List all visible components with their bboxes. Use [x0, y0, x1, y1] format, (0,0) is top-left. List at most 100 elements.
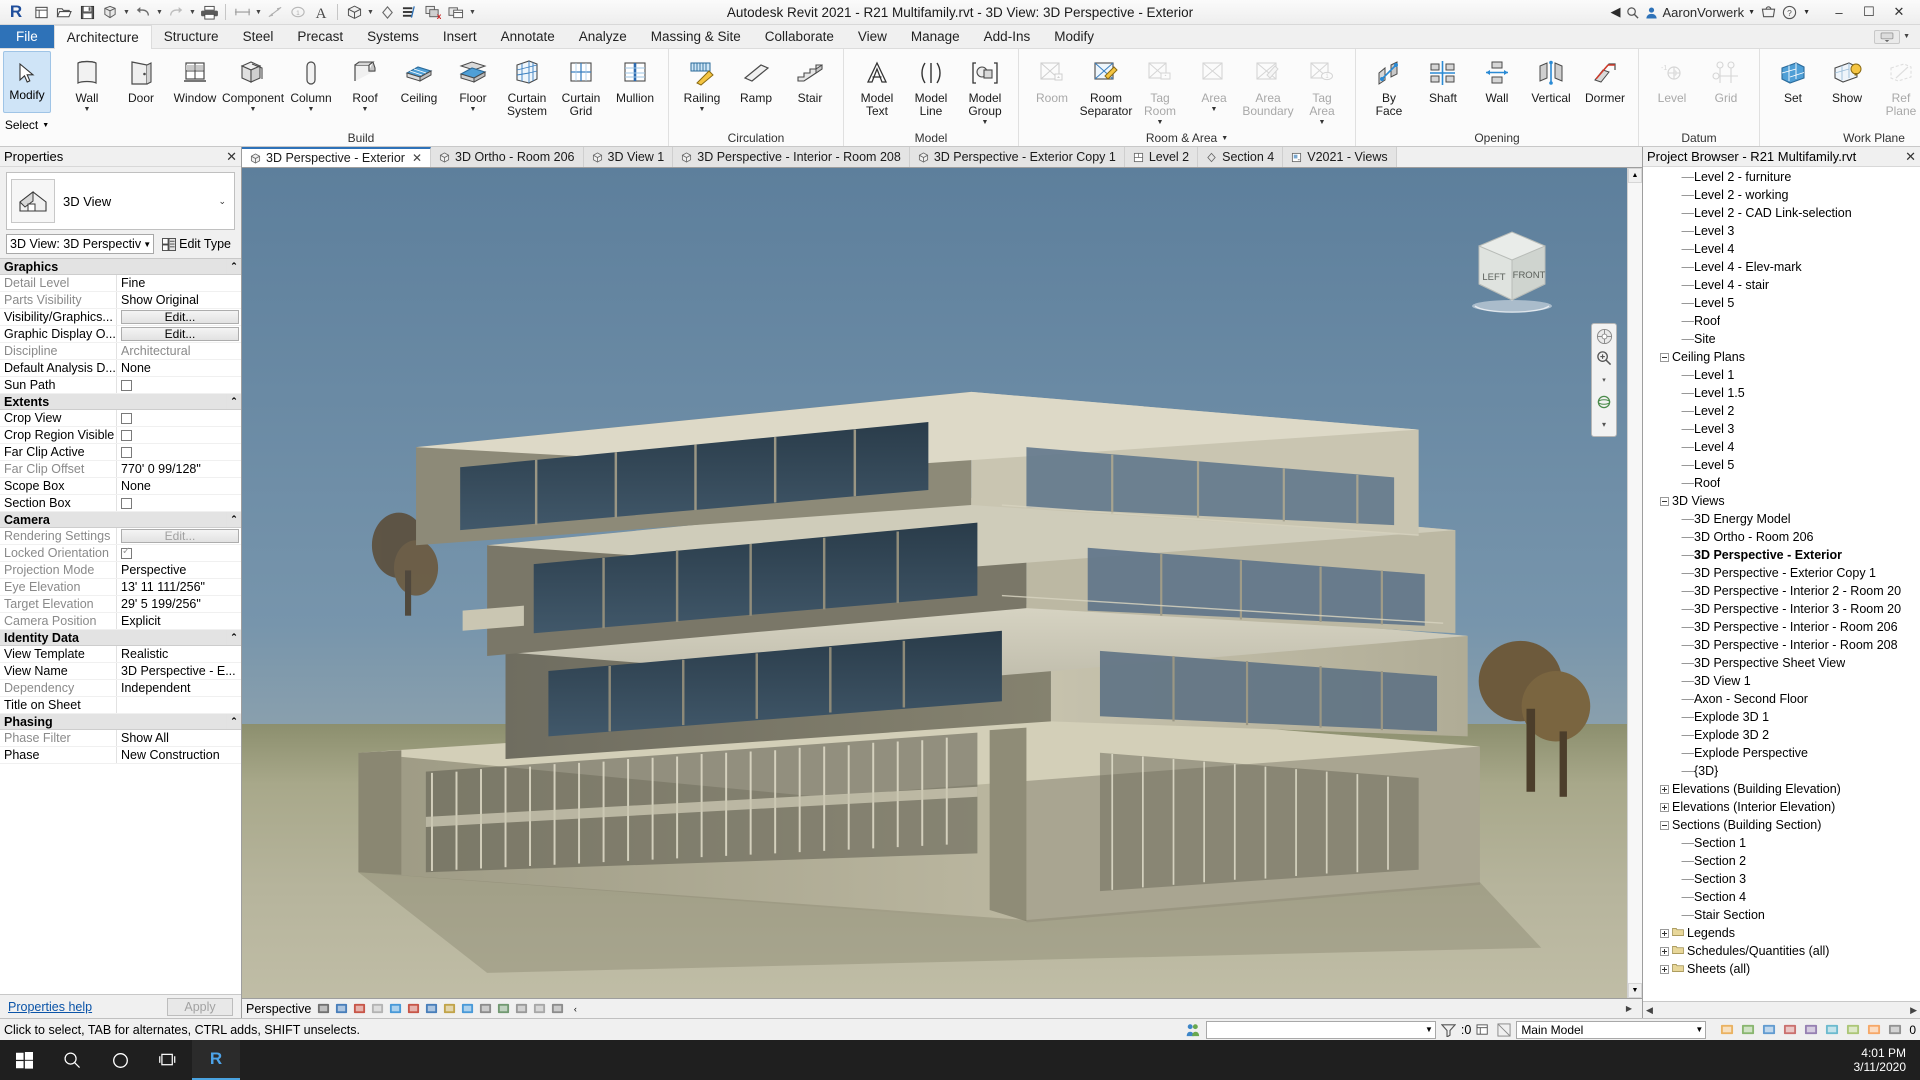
property-checkbox[interactable]: [121, 446, 132, 458]
property-row[interactable]: Detail Level Fine: [0, 275, 241, 292]
property-row[interactable]: Visibility/Graphics... Edit...: [0, 309, 241, 326]
property-value-cell[interactable]: [117, 377, 241, 393]
ribbon-button-model-line[interactable]: Model Line: [904, 52, 958, 120]
maximize-button[interactable]: ☐: [1854, 0, 1884, 24]
browser-tree-item[interactable]: — Level 1.5: [1643, 384, 1920, 402]
document-tab-3d-ortho-room-206[interactable]: 3D Ortho - Room 206: [431, 147, 584, 167]
browser-tree-item[interactable]: — Explode Perspective: [1643, 744, 1920, 762]
exclude-options-icon[interactable]: [1762, 1023, 1776, 1036]
project-browser-footer[interactable]: ◀ ▶: [1643, 1001, 1920, 1018]
property-row[interactable]: Phase Filter Show All: [0, 730, 241, 747]
browser-tree-item[interactable]: — Level 4: [1643, 240, 1920, 258]
collapse-icon[interactable]: [1658, 819, 1671, 832]
ribbon-button-roof[interactable]: Roof ▼: [338, 52, 392, 120]
ribbon-tab-analyze[interactable]: Analyze: [567, 25, 639, 48]
select-links-icon[interactable]: [1804, 1023, 1818, 1036]
search-icon[interactable]: [48, 1040, 96, 1080]
expand-icon[interactable]: [1658, 927, 1671, 940]
print-icon[interactable]: [198, 2, 220, 23]
chevron-down-icon[interactable]: ▼: [250, 106, 257, 113]
browser-tree-item[interactable]: Elevations (Interior Elevation): [1643, 798, 1920, 816]
ribbon-button-column[interactable]: Column ▼: [284, 52, 338, 120]
ribbon-button-dormer[interactable]: Dormer: [1578, 52, 1632, 120]
property-row[interactable]: View Name 3D Perspective - E...: [0, 663, 241, 680]
browser-tree-item[interactable]: —3D Perspective - Exterior: [1643, 546, 1920, 564]
help-icon[interactable]: ?: [1782, 5, 1797, 20]
undo-icon[interactable]: [132, 2, 154, 23]
browser-tree-item[interactable]: — Level 2: [1643, 402, 1920, 420]
shadows-icon[interactable]: [370, 1002, 384, 1016]
browser-tree-item[interactable]: — Level 2 - CAD Link-selection: [1643, 204, 1920, 222]
property-value-cell[interactable]: Show All: [117, 730, 241, 746]
revit-icon[interactable]: R: [192, 1040, 240, 1080]
horizontal-scrollbar[interactable]: ▶: [1620, 1004, 1638, 1013]
properties-help-link[interactable]: Properties help: [8, 1000, 92, 1014]
ribbon-button-wall[interactable]: Wall: [1470, 52, 1524, 120]
thin-lines-icon[interactable]: [399, 2, 421, 23]
document-tab-3d-view-1[interactable]: 3D View 1: [583, 147, 674, 167]
new-icon[interactable]: [30, 2, 52, 23]
browser-tree-item[interactable]: — Level 4 - Elev-mark: [1643, 258, 1920, 276]
property-value-cell[interactable]: [117, 495, 241, 511]
task-view-icon[interactable]: [144, 1040, 192, 1080]
ribbon-button-curtain-grid[interactable]: Curtain Grid: [554, 52, 608, 120]
ribbon-tab-steel[interactable]: Steel: [231, 25, 286, 48]
ribbon-tab-view[interactable]: View: [846, 25, 899, 48]
ribbon-minimize-icon[interactable]: [1874, 29, 1901, 44]
collapse-icon[interactable]: [1658, 495, 1671, 508]
browser-tree-item[interactable]: —3D View 1: [1643, 672, 1920, 690]
minimize-button[interactable]: –: [1824, 0, 1854, 24]
steering-wheel-icon[interactable]: [1594, 327, 1614, 345]
select-pinned-icon[interactable]: [1846, 1023, 1860, 1036]
zoom-tools-icon[interactable]: [1594, 349, 1614, 367]
browser-tree-item[interactable]: Sections (Building Section): [1643, 816, 1920, 834]
browser-tree-item[interactable]: — Stair Section: [1643, 906, 1920, 924]
property-row[interactable]: Locked Orientation: [0, 545, 241, 562]
property-value-cell[interactable]: [117, 444, 241, 460]
ribbon-button-wall[interactable]: Wall ▼: [60, 52, 114, 120]
constraints-icon[interactable]: [532, 1002, 546, 1016]
worksharing-icon[interactable]: [1185, 1022, 1201, 1038]
redo-icon[interactable]: [165, 2, 187, 23]
close-icon[interactable]: ✕: [1905, 149, 1916, 165]
property-row[interactable]: Section Box: [0, 495, 241, 512]
browser-tree-item[interactable]: — Level 3: [1643, 222, 1920, 240]
browser-tree-item[interactable]: — Site: [1643, 330, 1920, 348]
select-by-face-icon[interactable]: [1867, 1023, 1881, 1036]
type-selector-combo[interactable]: 3D View: 3D Perspective - ▼: [6, 234, 155, 254]
ribbon-button-floor[interactable]: Floor ▼: [446, 52, 500, 120]
property-value-cell[interactable]: 13' 11 111/256": [117, 579, 241, 595]
browser-tree-item[interactable]: Ceiling Plans: [1643, 348, 1920, 366]
ribbon-button-railing[interactable]: Railing ▼: [675, 52, 729, 120]
browser-tree-item[interactable]: — Level 1: [1643, 366, 1920, 384]
browser-tree-item[interactable]: Sheets (all): [1643, 960, 1920, 978]
property-row[interactable]: Far Clip Active: [0, 444, 241, 461]
close-icon[interactable]: ✕: [412, 151, 422, 165]
ribbon-button-model-group[interactable]: Model Group ▼: [958, 52, 1012, 127]
save-icon[interactable]: [76, 2, 98, 23]
property-checkbox[interactable]: [121, 546, 132, 559]
revit-logo-icon[interactable]: R: [3, 2, 29, 23]
ribbon-tab-massing-site[interactable]: Massing & Site: [639, 25, 753, 48]
user-dropdown-icon[interactable]: ▼: [1748, 9, 1755, 16]
browser-tree-item[interactable]: — {3D}: [1643, 762, 1920, 780]
redo-dropdown-icon[interactable]: ▼: [188, 2, 197, 23]
browser-tree-item[interactable]: — Level 3: [1643, 420, 1920, 438]
select-underlay-icon[interactable]: [1825, 1023, 1839, 1036]
browser-tree-item[interactable]: — Section 3: [1643, 870, 1920, 888]
project-browser-tree[interactable]: — Level 2 - furniture — Level 2 - working — L…: [1643, 167, 1920, 1001]
editable-only-icon[interactable]: [1741, 1023, 1755, 1036]
ribbon-button-stair[interactable]: Stair: [783, 52, 837, 120]
drag-elements-icon[interactable]: [1888, 1023, 1902, 1036]
document-tab-v2021-views[interactable]: V2021 - Views: [1283, 147, 1397, 167]
navigation-bar[interactable]: ▾ ▾: [1591, 323, 1617, 437]
property-value-cell[interactable]: 3D Perspective - E...: [117, 663, 241, 679]
ribbon-button-mullion[interactable]: Mullion: [608, 52, 662, 120]
save-as-icon[interactable]: [99, 2, 121, 23]
browser-tree-item[interactable]: — Level 2 - furniture: [1643, 168, 1920, 186]
expand-icon[interactable]: [1658, 801, 1671, 814]
property-row[interactable]: Graphic Display O... Edit...: [0, 326, 241, 343]
chevron-down-icon[interactable]: ▼: [982, 119, 989, 126]
properties-group-phasing[interactable]: Phasing ⌃: [0, 714, 241, 730]
ribbon-tab-collaborate[interactable]: Collaborate: [753, 25, 846, 48]
